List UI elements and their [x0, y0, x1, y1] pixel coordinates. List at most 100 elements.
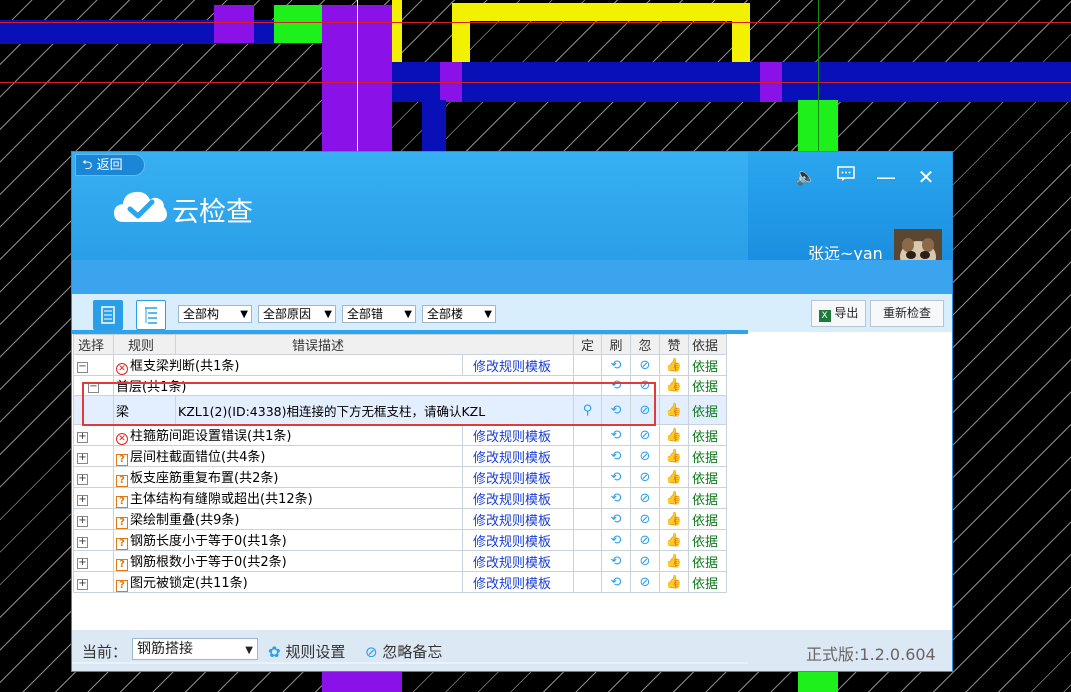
thumbs-up-icon[interactable]: 👍 [659, 529, 689, 551]
header-desc[interactable]: 错误描述 [175, 334, 574, 355]
table-row[interactable]: + ? 图元被锁定(共11条) 修改规则模板 ⟲ ⊘ 👍 依据 [73, 571, 727, 593]
header-ignore[interactable]: 忽 [630, 334, 660, 355]
edit-rule-template-link[interactable]: 修改规则模板 [462, 487, 574, 509]
refresh-icon[interactable]: ⟲ [601, 529, 631, 551]
table-row[interactable]: + ? 板支座筋重复布置(共2条) 修改规则模板 ⟲ ⊘ 👍 依据 [73, 466, 727, 488]
refresh-icon[interactable]: ⟲ [601, 466, 631, 488]
expand-icon[interactable]: + [77, 452, 88, 464]
export-button[interactable]: X 导出 [811, 300, 866, 327]
component-filter-dropdown[interactable]: 全部构 ▼ [178, 305, 252, 323]
close-icon[interactable]: ✕ [914, 166, 938, 188]
expand-icon[interactable]: + [77, 536, 88, 548]
edit-rule-template-link[interactable]: 修改规则模板 [462, 550, 574, 572]
thumbs-up-icon[interactable]: 👍 [659, 375, 689, 396]
ignore-icon[interactable]: ⊘ [630, 487, 660, 509]
thumbs-up-icon[interactable]: 👍 [659, 445, 689, 467]
basis-link[interactable]: 依据 [688, 395, 727, 425]
ignore-memo-button[interactable]: ⊘ 忽略备忘 [365, 641, 442, 662]
rule-settings-button[interactable]: ✿ 规则设置 [268, 641, 345, 662]
ignore-icon[interactable]: ⊘ [630, 550, 660, 572]
expand-icon[interactable]: + [77, 494, 88, 506]
floor-filter-dropdown[interactable]: 全部楼 ▼ [422, 305, 496, 323]
thumbs-up-icon[interactable]: 👍 [659, 424, 689, 446]
table-row[interactable]: + ? 主体结构有缝隙或超出(共12条) 修改规则模板 ⟲ ⊘ 👍 依据 [73, 487, 727, 509]
tree-view-icon[interactable] [136, 300, 166, 330]
basis-link[interactable]: 依据 [688, 354, 727, 376]
edit-rule-template-link[interactable]: 修改规则模板 [462, 424, 574, 446]
minimize-icon[interactable]: — [874, 166, 898, 188]
basis-link[interactable]: 依据 [688, 424, 727, 446]
expand-icon[interactable]: + [77, 515, 88, 527]
refresh-icon[interactable]: ⟲ [601, 571, 631, 593]
recheck-button[interactable]: 重新检查 [870, 300, 944, 327]
expand-icon[interactable]: + [77, 557, 88, 569]
speaker-icon[interactable]: 🔈 [794, 166, 818, 188]
basis-link[interactable]: 依据 [688, 375, 727, 396]
table-row[interactable]: + ? 钢筋长度小于等于0(共1条) 修改规则模板 ⟲ ⊘ 👍 依据 [73, 529, 727, 551]
header-select[interactable]: 选择 [73, 334, 114, 355]
refresh-icon[interactable]: ⟲ [601, 375, 631, 396]
collapse-icon[interactable]: − [88, 382, 99, 393]
edit-rule-template-link[interactable]: 修改规则模板 [462, 445, 574, 467]
expand-icon[interactable]: + [77, 431, 88, 443]
ignore-icon[interactable]: ⊘ [630, 354, 660, 376]
table-row[interactable]: + ✕ 柱箍筋间距设置错误(共1条) 修改规则模板 ⟲ ⊘ 👍 依据 [73, 424, 727, 446]
basis-link[interactable]: 依据 [688, 487, 727, 509]
refresh-icon[interactable]: ⟲ [601, 445, 631, 467]
refresh-icon[interactable]: ⟲ [601, 550, 631, 572]
basis-link[interactable]: 依据 [688, 445, 727, 467]
ignore-icon[interactable]: ⊘ [630, 571, 660, 593]
refresh-icon[interactable]: ⟲ [601, 424, 631, 446]
basis-link[interactable]: 依据 [688, 571, 727, 593]
thumbs-up-icon[interactable]: 👍 [659, 571, 689, 593]
expand-icon[interactable]: + [77, 473, 88, 485]
thumbs-up-icon[interactable]: 👍 [659, 487, 689, 509]
refresh-icon[interactable]: ⟲ [601, 354, 631, 376]
expand-icon[interactable]: + [77, 578, 88, 590]
ignore-icon[interactable]: ⊘ [630, 424, 660, 446]
table-row-selected[interactable]: 梁 KZL1(2)(ID:4338)相连接的下方无框支柱，请确认KZL ⚲ ⟲ … [73, 395, 727, 425]
edit-rule-template-link[interactable]: 修改规则模板 [462, 466, 574, 488]
ignore-icon[interactable]: ⊘ [630, 445, 660, 467]
current-rule-dropdown[interactable]: 钢筋搭接 ▼ [132, 638, 258, 660]
cause-filter-dropdown[interactable]: 全部原因 ▼ [258, 305, 336, 323]
basis-link[interactable]: 依据 [688, 466, 727, 488]
refresh-icon[interactable]: ⟲ [601, 508, 631, 530]
error-filter-dropdown[interactable]: 全部错 ▼ [342, 305, 416, 323]
header-basis[interactable]: 依据 [688, 334, 727, 355]
edit-rule-template-link[interactable]: 修改规则模板 [462, 508, 574, 530]
table-row[interactable]: − ✕ 框支梁判断(共1条) 修改规则模板 ⟲ ⊘ 👍 依据 [73, 354, 727, 376]
back-button[interactable]: ⮌ 返回 [75, 154, 145, 176]
collapse-icon[interactable]: − [77, 361, 88, 373]
edit-rule-template-link[interactable]: 修改规则模板 [462, 571, 574, 593]
ignore-icon[interactable]: ⊘ [630, 375, 660, 396]
basis-link[interactable]: 依据 [688, 529, 727, 551]
basis-link[interactable]: 依据 [688, 508, 727, 530]
edit-rule-template-link[interactable]: 修改规则模板 [462, 354, 574, 376]
thumbs-up-icon[interactable]: 👍 [659, 354, 689, 376]
message-icon[interactable] [834, 166, 858, 188]
list-view-icon[interactable] [93, 300, 123, 330]
table-row[interactable]: − 首层(共1条) ⟲ ⊘ 👍 依据 [73, 375, 727, 396]
locate-icon[interactable]: ⚲ [573, 395, 602, 425]
excel-icon: X [818, 310, 831, 322]
basis-link[interactable]: 依据 [688, 550, 727, 572]
thumbs-up-icon[interactable]: 👍 [659, 550, 689, 572]
ignore-icon[interactable]: ⊘ [630, 529, 660, 551]
thumbs-up-icon[interactable]: 👍 [659, 466, 689, 488]
table-row[interactable]: + ? 钢筋根数小于等于0(共2条) 修改规则模板 ⟲ ⊘ 👍 依据 [73, 550, 727, 572]
thumbs-up-icon[interactable]: 👍 [659, 508, 689, 530]
ignore-icon[interactable]: ⊘ [630, 508, 660, 530]
table-row[interactable]: + ? 梁绘制重叠(共9条) 修改规则模板 ⟲ ⊘ 👍 依据 [73, 508, 727, 530]
header-locate[interactable]: 定 [573, 334, 602, 355]
refresh-icon[interactable]: ⟲ [601, 487, 631, 509]
thumbs-up-icon[interactable]: 👍 [659, 395, 689, 425]
ignore-icon[interactable]: ⊘ [630, 395, 660, 425]
header-like[interactable]: 赞 [659, 334, 689, 355]
ignore-icon[interactable]: ⊘ [630, 466, 660, 488]
refresh-icon[interactable]: ⟲ [601, 395, 631, 425]
edit-rule-template-link[interactable]: 修改规则模板 [462, 529, 574, 551]
table-row[interactable]: + ? 层间柱截面错位(共4条) 修改规则模板 ⟲ ⊘ 👍 依据 [73, 445, 727, 467]
header-rule[interactable]: 规则 [113, 334, 176, 355]
header-refresh[interactable]: 刷 [601, 334, 631, 355]
